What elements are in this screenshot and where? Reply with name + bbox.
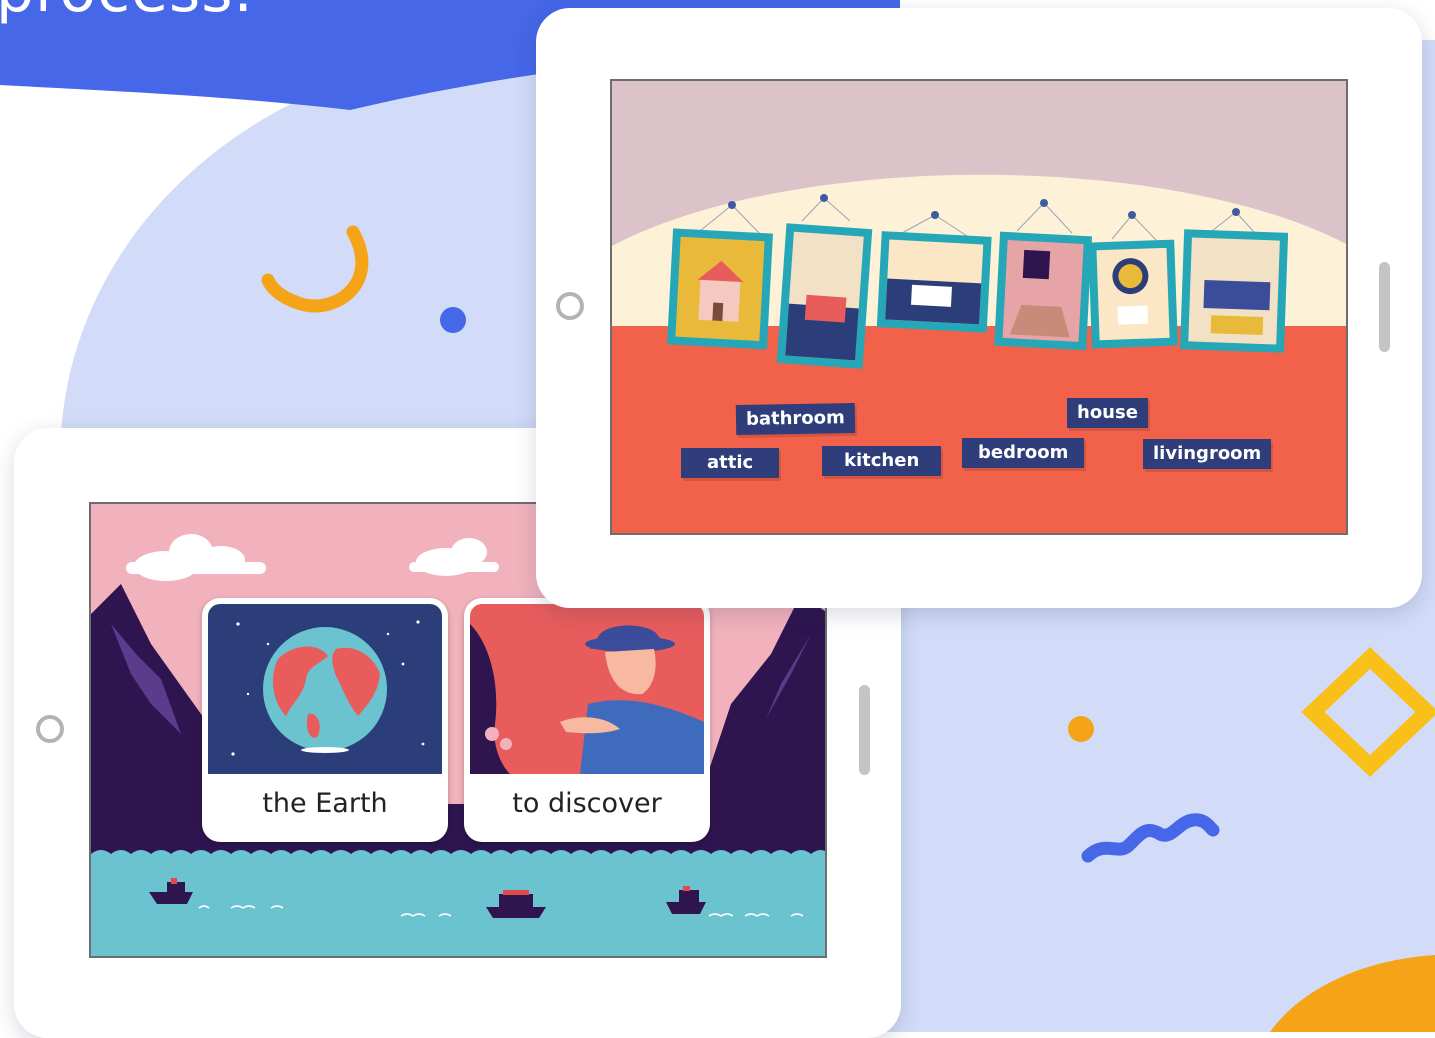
livingroom-picture [1180, 229, 1289, 353]
bedroom-picture [776, 223, 873, 369]
kitchen-picture [876, 231, 992, 333]
word-label-bedroom[interactable]: bedroom [962, 438, 1085, 468]
explorer-icon [470, 604, 704, 774]
word-label-livingroom[interactable]: livingroom [1143, 439, 1272, 469]
word-card-discover[interactable]: to discover [464, 598, 710, 842]
tablet-home-button[interactable] [556, 292, 584, 320]
blue-dot-decor [440, 307, 466, 333]
word-label-attic[interactable]: attic [681, 448, 780, 478]
tablet-back: bathroom house attic kitchen bedroom liv… [536, 8, 1422, 608]
cloud-left [126, 534, 266, 581]
word-label-kitchen[interactable]: kitchen [822, 446, 942, 476]
cloud-right [409, 538, 499, 576]
card-label-earth: the Earth [262, 788, 388, 819]
word-card-earth[interactable]: the Earth [202, 598, 448, 842]
bathroom-picture [1088, 239, 1178, 349]
back-screen: bathroom house attic kitchen bedroom liv… [610, 79, 1348, 535]
tablet-home-button[interactable] [36, 715, 64, 743]
word-label-house[interactable]: house [1067, 398, 1148, 428]
tablet-side-bar [1379, 262, 1390, 352]
sea [91, 850, 825, 956]
house-picture [667, 228, 773, 350]
word-label-bathroom[interactable]: bathroom [735, 402, 856, 436]
tablet-side-bar [859, 685, 870, 775]
headline-text: process. [0, 0, 254, 26]
orange-dot-decor [1068, 716, 1094, 742]
attic-picture [994, 231, 1093, 351]
card-label-discover: to discover [512, 788, 662, 819]
earth-icon [208, 604, 442, 774]
